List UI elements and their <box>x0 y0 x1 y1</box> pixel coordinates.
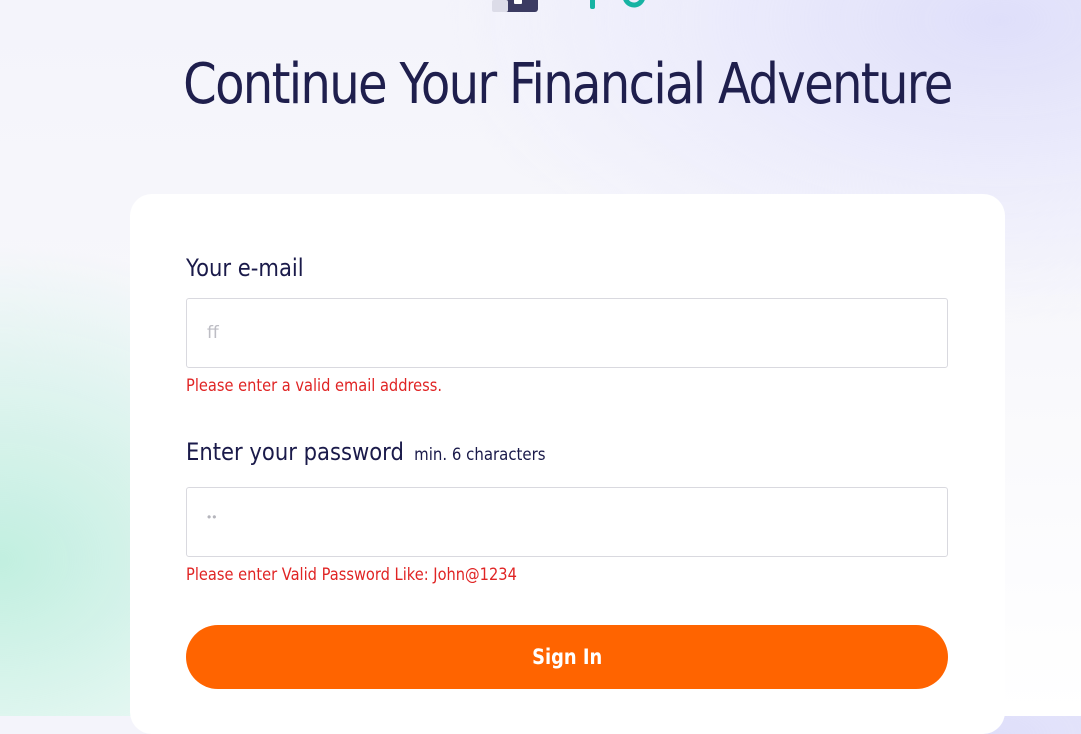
password-field[interactable]: •• <box>186 487 948 557</box>
sign-in-button-label: Sign In <box>531 645 603 669</box>
email-field[interactable]: ff <box>186 298 948 368</box>
password-field-value: •• <box>207 510 218 524</box>
page-title: Continue Your Financial Adventure <box>183 52 953 117</box>
email-error-message: Please enter a valid email address. <box>186 376 443 396</box>
password-hint: min. 6 characters <box>414 445 546 465</box>
password-error-message: Please enter Valid Password Like: John@1… <box>186 565 517 585</box>
email-field-value: ff <box>207 323 219 343</box>
password-label-text: Enter your password <box>186 438 404 466</box>
sign-in-button[interactable]: Sign In <box>186 625 948 689</box>
sign-in-card: Your e-mail ff Please enter a valid emai… <box>130 194 1005 734</box>
email-label-text: Your e-mail <box>186 254 304 282</box>
password-label: Enter your password min. 6 characters <box>186 438 546 466</box>
email-label: Your e-mail <box>186 254 304 282</box>
brand-logo-icon <box>492 0 645 12</box>
